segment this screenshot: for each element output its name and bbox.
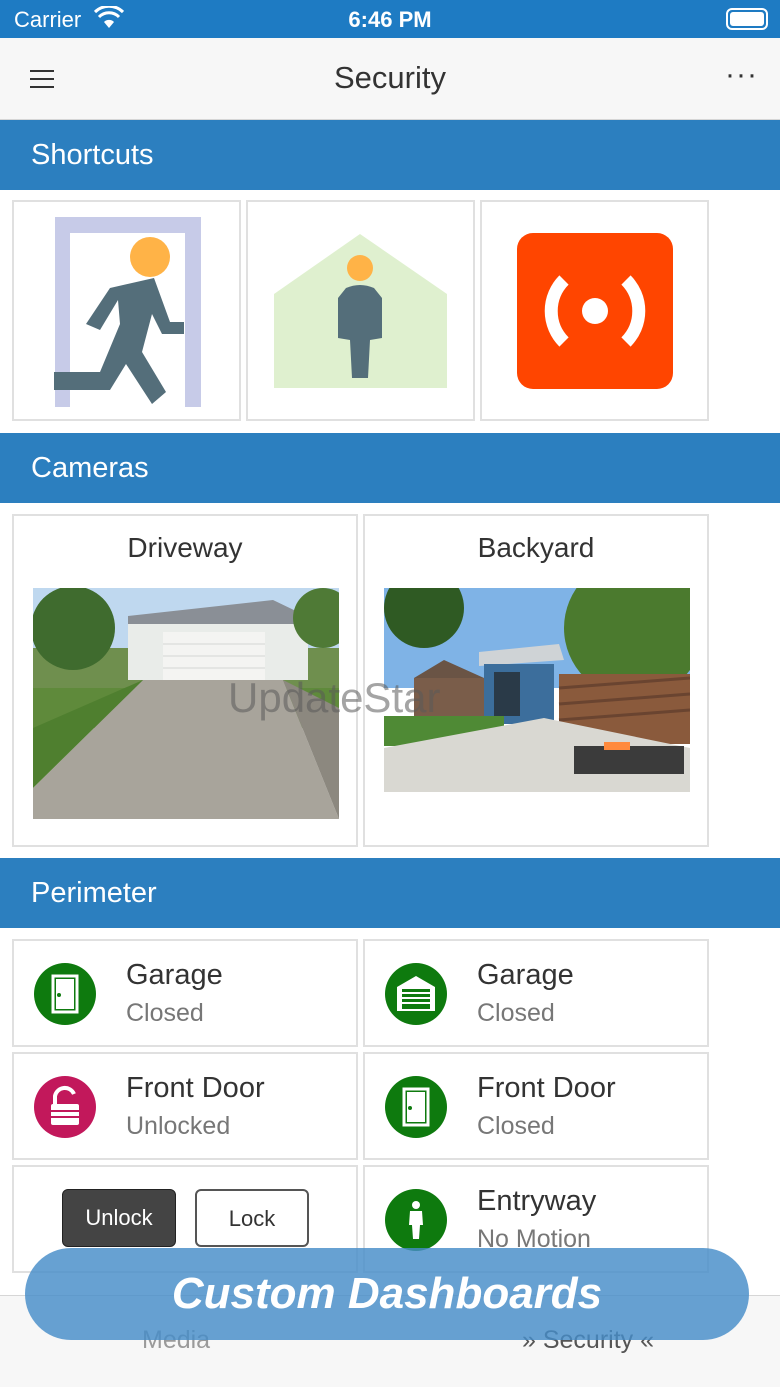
status-bar: Carrier 6:46 PM (0, 0, 780, 38)
camera-name: Driveway (127, 532, 243, 563)
clock: 6:46 PM (348, 7, 432, 32)
device-tile-garage-door[interactable]: Garage Closed (12, 939, 358, 1047)
battery-icon (726, 8, 768, 30)
unlock-button[interactable]: Unlock (62, 1189, 176, 1247)
door-closed-icon (385, 1076, 447, 1138)
garage-closed-icon (385, 963, 447, 1025)
shortcut-tile-home[interactable] (246, 200, 475, 421)
lock-button[interactable]: Lock (195, 1189, 309, 1247)
alarm-siren-icon (517, 233, 673, 389)
device-state: Closed (126, 999, 204, 1027)
camera-name: Backyard (477, 532, 595, 563)
device-state: Unlocked (126, 1112, 231, 1140)
device-tile-front-door-contact[interactable]: Front Door Closed (363, 1052, 709, 1160)
device-tile-front-door-lock[interactable]: Front Door Unlocked (12, 1052, 358, 1160)
watermark-text: UpdateStar (228, 674, 441, 721)
page-title: Security (334, 60, 446, 95)
device-name: Front Door (126, 1072, 265, 1104)
section-header-shortcuts: Shortcuts (0, 120, 780, 190)
lock-open-icon (34, 1076, 96, 1138)
more-options-icon[interactable]: ··· (725, 58, 758, 92)
motion-sensor-person-icon (385, 1189, 447, 1251)
section-header-cameras: Cameras (0, 433, 780, 503)
door-closed-icon (34, 963, 96, 1025)
device-name: Front Door (477, 1072, 616, 1104)
home-presence-icon (274, 234, 447, 388)
device-name: Garage (126, 959, 223, 991)
device-tile-garage-overhead[interactable]: Garage Closed (363, 939, 709, 1047)
running-person-exit-icon (54, 217, 201, 407)
section-header-perimeter: Perimeter (0, 858, 780, 928)
custom-dashboards-banner: Custom Dashboards (25, 1248, 749, 1340)
shortcut-tile-leave-home[interactable] (12, 200, 241, 421)
device-name: Garage (477, 959, 574, 991)
shortcut-tile-alarm[interactable] (480, 200, 709, 421)
device-name: Entryway (477, 1185, 597, 1217)
device-state: Closed (477, 1112, 555, 1140)
device-state: Closed (477, 999, 555, 1027)
nav-bar: Security ··· (0, 38, 780, 120)
